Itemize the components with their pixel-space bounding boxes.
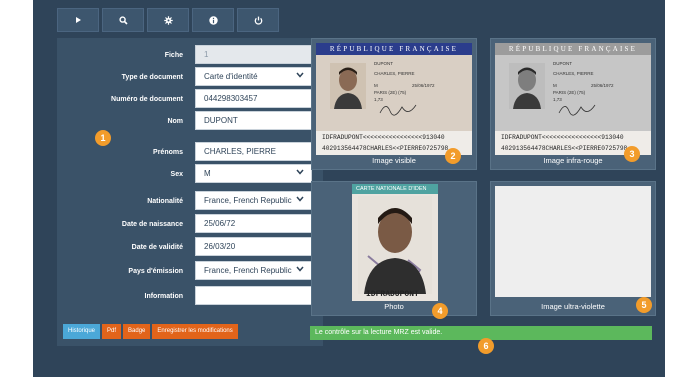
signature — [379, 104, 417, 116]
power-button[interactable] — [237, 8, 279, 32]
search-button[interactable] — [102, 8, 144, 32]
document-form: Fiche 1 Type de document Carte d'identit… — [57, 38, 323, 346]
settings-button[interactable] — [147, 8, 189, 32]
type-document-select[interactable]: Carte d'identité — [195, 67, 312, 86]
card-city: PARIS (2E) (75) — [374, 90, 407, 95]
callout-badge-6: 6 — [478, 338, 494, 354]
portrait-image — [358, 196, 432, 294]
pays-emission-row: Pays d'émission France, French Republic — [57, 261, 323, 283]
prenoms-input[interactable]: CHARLES, PIERRE — [195, 142, 312, 161]
information-label: Information — [144, 293, 184, 300]
pays-emission-select[interactable]: France, French Republic — [195, 261, 312, 280]
type-document-value: Carte d'identité — [204, 72, 258, 81]
power-icon — [254, 16, 262, 25]
callout-badge-3: 3 — [624, 146, 640, 162]
date-naissance-row: Date de naissance 25/06/72 — [57, 214, 323, 236]
callout-badge-5: 5 — [636, 297, 652, 313]
id-card-infrared: RÉPUBLIQUE FRANÇAISE DUPONT CHARLES, PIE… — [495, 43, 651, 155]
id-card-visible: RÉPUBLIQUE FRANÇAISE DUPONT CHARLES, PIE… — [316, 43, 472, 155]
historique-button[interactable]: Historique — [63, 324, 101, 339]
chevron-down-icon — [296, 72, 304, 78]
save-button[interactable]: Enregistrer les modifications — [152, 324, 238, 339]
date-naissance-input[interactable]: 25/06/72 — [195, 214, 312, 233]
fiche-field: 1 — [195, 45, 312, 64]
mrz-line-1: IDFRADUPONT<<<<<<<<<<<<<<<<913040 — [322, 134, 445, 141]
prenoms-row: Prénoms CHARLES, PIERRE — [57, 142, 323, 164]
gear-icon — [163, 15, 173, 25]
fiche-row: Fiche 1 — [57, 45, 323, 67]
card-header: RÉPUBLIQUE FRANÇAISE — [316, 43, 472, 55]
card-prenoms: CHARLES, PIERRE — [374, 71, 415, 76]
card-birth: 25/06/1972 — [412, 83, 435, 88]
numero-document-input[interactable]: 044298303457 — [195, 89, 312, 108]
photo-tile[interactable]: CARTE NATIONALE D'IDEN IDFRADUPONT Photo — [311, 181, 477, 316]
sex-value: M — [204, 169, 211, 178]
type-document-label: Type de document — [121, 74, 183, 81]
photo-mrz: IDFRADUPONT — [366, 290, 419, 299]
photo-caption: Photo — [384, 302, 404, 311]
action-buttons: Historique Pdf Badge Enregistrer les mod… — [63, 324, 240, 339]
nom-row: Nom DUPONT — [57, 111, 323, 133]
nom-label: Nom — [167, 118, 183, 125]
nationalite-row: Nationalité France, French Republic — [57, 191, 323, 213]
badge-button[interactable]: Badge — [123, 324, 151, 339]
uv-image-tile[interactable]: Image ultra-violette — [490, 181, 656, 316]
nationalite-label: Nationalité — [147, 198, 183, 205]
card-prenoms: CHARLES, PIERRE — [553, 71, 594, 76]
date-naissance-label: Date de naissance — [121, 221, 183, 228]
pdf-button[interactable]: Pdf — [102, 324, 122, 339]
app-window: Fiche 1 Type de document Carte d'identit… — [33, 0, 665, 377]
toolbar — [57, 8, 282, 32]
photo-card-header: CARTE NATIONALE D'IDEN — [352, 184, 438, 194]
information-row: Information — [57, 286, 323, 308]
chevron-down-icon — [296, 169, 304, 175]
information-input[interactable] — [195, 286, 312, 305]
numero-document-row: Numéro de document 044298303457 — [57, 89, 323, 111]
uv-image-caption: Image ultra-violette — [541, 302, 605, 311]
nationalite-select[interactable]: France, French Republic — [195, 191, 312, 210]
card-sexe: M — [553, 83, 557, 88]
callout-badge-2: 2 — [445, 148, 461, 164]
search-icon — [118, 15, 128, 25]
callout-badge-4: 4 — [432, 303, 448, 319]
sex-label: Sex — [170, 171, 183, 178]
portrait-image — [330, 63, 366, 109]
nationalite-value: France, French Republic — [204, 196, 292, 205]
sex-select[interactable]: M — [195, 164, 312, 183]
date-validite-row: Date de validité 26/03/20 — [57, 237, 323, 259]
card-header: RÉPUBLIQUE FRANÇAISE — [495, 43, 651, 55]
uv-image-placeholder — [495, 186, 651, 297]
portrait-image — [509, 63, 545, 109]
play-button[interactable] — [57, 8, 99, 32]
fiche-label: Fiche — [164, 52, 183, 59]
play-icon — [76, 17, 81, 23]
chevron-down-icon — [296, 196, 304, 202]
date-validite-input[interactable]: 26/03/20 — [195, 237, 312, 256]
sex-row: Sex M — [57, 164, 323, 186]
card-nom: DUPONT — [374, 61, 393, 66]
mrz-line-1: IDFRADUPONT<<<<<<<<<<<<<<<<913040 — [501, 134, 624, 141]
photo-crop: CARTE NATIONALE D'IDEN IDFRADUPONT — [352, 184, 438, 301]
card-birth: 25/06/1972 — [591, 83, 614, 88]
pays-emission-value: France, French Republic — [204, 266, 292, 275]
card-city: PARIS (2E) (75) — [553, 90, 586, 95]
numero-document-label: Numéro de document — [111, 96, 183, 103]
pays-emission-label: Pays d'émission — [128, 268, 183, 275]
date-validite-label: Date de validité — [131, 244, 183, 251]
chevron-down-icon — [296, 266, 304, 272]
mrz-status-bar: Le contrôle sur la lecture MRZ est valid… — [310, 326, 652, 340]
prenoms-label: Prénoms — [153, 149, 183, 156]
card-sexe: M — [374, 83, 378, 88]
nom-input[interactable]: DUPONT — [195, 111, 312, 130]
info-icon — [208, 15, 218, 25]
callout-badge-1: 1 — [95, 130, 111, 146]
signature — [558, 104, 596, 116]
type-document-row: Type de document Carte d'identité — [57, 67, 323, 89]
card-nom: DUPONT — [553, 61, 572, 66]
info-button[interactable] — [192, 8, 234, 32]
